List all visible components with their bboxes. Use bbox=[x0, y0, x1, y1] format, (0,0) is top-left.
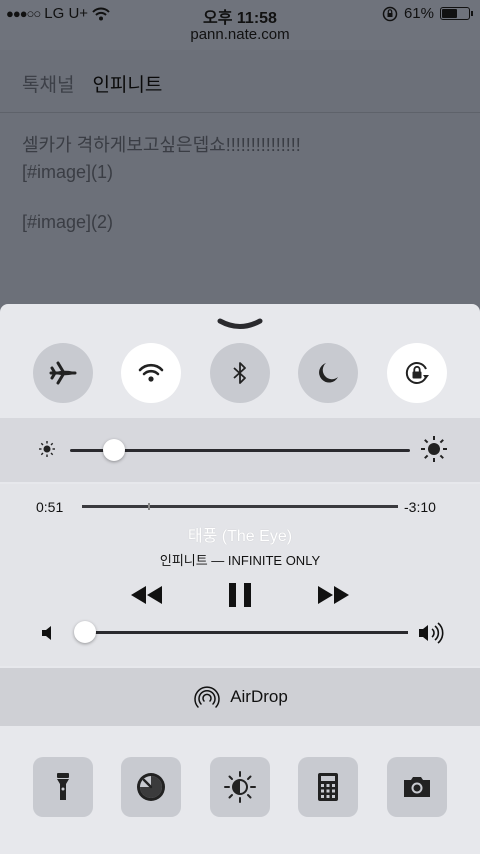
channel-tabs: 톡채널 인피니트 bbox=[22, 70, 162, 97]
brightness-slider-thumb[interactable] bbox=[103, 439, 125, 461]
brightness-section bbox=[0, 418, 480, 482]
brightness-high-icon bbox=[421, 436, 447, 462]
battery-percent: 61% bbox=[403, 5, 434, 22]
status-bar: ●●●○○ LG U+ 오후 11:58 61% bbox=[0, 0, 480, 28]
artist-album: 인피니트 — INFINITE ONLY bbox=[159, 553, 321, 568]
now-playing: 0:51 -3:10 태풍 (The Eye) 인피니트 — INFINITE … bbox=[0, 484, 480, 666]
flashlight-icon bbox=[57, 773, 69, 800]
flashlight-button[interactable] bbox=[33, 757, 93, 817]
tab-talk-channel[interactable]: 톡채널 bbox=[22, 70, 74, 97]
volume-slider[interactable] bbox=[78, 631, 408, 634]
fast-forward-button[interactable] bbox=[315, 576, 353, 614]
moon-icon bbox=[319, 363, 338, 383]
camera-icon bbox=[404, 777, 430, 797]
do-not-disturb-toggle[interactable] bbox=[298, 343, 358, 403]
control-center: 0:51 -3:10 태풍 (The Eye) 인피니트 — INFINITE … bbox=[0, 304, 480, 854]
pause-button[interactable] bbox=[221, 576, 259, 614]
grabber-handle[interactable] bbox=[216, 318, 264, 330]
night-shift-icon bbox=[224, 771, 256, 803]
calculator-button[interactable] bbox=[298, 757, 358, 817]
divider bbox=[0, 112, 480, 113]
post-line: 셀카가 격하게보고싶은뎁쇼!!!!!!!!!!!!!!! bbox=[22, 135, 301, 155]
timer-icon bbox=[137, 773, 165, 801]
post-line: [#image](1) bbox=[22, 162, 114, 182]
url-label[interactable]: pann.nate.com bbox=[0, 26, 480, 43]
bluetooth-toggle[interactable] bbox=[210, 343, 270, 403]
wifi-icon bbox=[138, 363, 164, 382]
timer-button[interactable] bbox=[121, 757, 181, 817]
airplane-mode-toggle[interactable] bbox=[33, 343, 93, 403]
playback-scrubber[interactable] bbox=[82, 503, 398, 510]
scrubber-knob[interactable] bbox=[148, 503, 151, 510]
web-page: 톡채널 인피니트 셀카가 격하게보고싶은뎁쇼!!!!!!!!!!!!!!! [#… bbox=[0, 50, 480, 310]
remaining-time: -3:10 bbox=[404, 499, 436, 515]
tab-infinite[interactable]: 인피니트 bbox=[92, 70, 162, 97]
bluetooth-icon bbox=[233, 362, 246, 384]
post-line: [#image](2) bbox=[22, 212, 114, 232]
wifi-toggle[interactable] bbox=[121, 343, 181, 403]
post-body: 셀카가 격하게보고싶은뎁쇼!!!!!!!!!!!!!!! [#image](1)… bbox=[22, 132, 301, 236]
status-right: 61% bbox=[382, 5, 473, 22]
song-title: 태풍 (The Eye) bbox=[187, 528, 293, 545]
calculator-icon bbox=[318, 773, 338, 801]
quick-actions bbox=[0, 728, 480, 854]
airdrop-label: AirDrop bbox=[230, 687, 288, 706]
night-shift-button[interactable] bbox=[210, 757, 270, 817]
airplane-icon bbox=[49, 361, 77, 385]
airdrop-button[interactable]: AirDrop bbox=[0, 668, 480, 726]
elapsed-time: 0:51 bbox=[36, 499, 64, 515]
rewind-button[interactable] bbox=[127, 576, 165, 614]
toggle-row bbox=[0, 340, 480, 420]
rotation-lock-toggle[interactable] bbox=[387, 343, 447, 403]
volume-high-icon bbox=[419, 622, 444, 644]
battery-icon bbox=[440, 7, 473, 20]
orientation-lock-icon bbox=[382, 6, 398, 21]
brightness-low-icon bbox=[39, 441, 55, 457]
volume-slider-thumb[interactable] bbox=[73, 621, 96, 643]
airdrop-icon bbox=[194, 686, 220, 708]
camera-button[interactable] bbox=[387, 757, 447, 817]
volume-low-icon bbox=[42, 626, 51, 640]
rotation-lock-icon bbox=[405, 362, 429, 384]
